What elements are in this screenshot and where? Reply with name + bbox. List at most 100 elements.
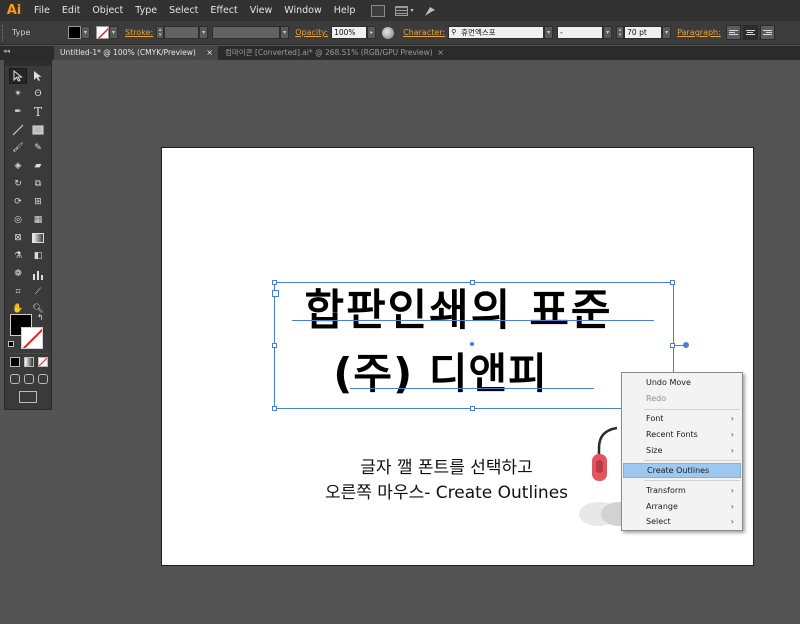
- rotate-tool-icon[interactable]: ↻: [9, 176, 27, 192]
- menu-item-label: Transform: [646, 486, 686, 495]
- rectangle-tool-icon[interactable]: [29, 122, 47, 138]
- stroke-weight-field[interactable]: [164, 26, 200, 39]
- menu-file[interactable]: File: [28, 0, 56, 21]
- align-right-button[interactable]: [759, 25, 775, 40]
- eyedropper-tool-icon[interactable]: ⚗: [9, 248, 27, 264]
- font-size-field[interactable]: 70 pt: [624, 26, 663, 39]
- paintbrush-tool-icon[interactable]: 🖌︎: [9, 140, 27, 156]
- line-tool-icon[interactable]: [9, 122, 27, 138]
- menu-item-font[interactable]: Font ›: [623, 411, 741, 426]
- resize-handle[interactable]: [272, 406, 277, 411]
- menu-window[interactable]: Window: [278, 0, 327, 21]
- variable-width-field[interactable]: [212, 26, 281, 39]
- tab-converted-file[interactable]: 컴마이콘 [Converted].ai* @ 268.51% (RGB/GPU …: [219, 46, 449, 60]
- menu-item-size[interactable]: Size ›: [623, 443, 741, 458]
- stroke-weight-dropdown[interactable]: ▾: [199, 26, 209, 39]
- selection-tool-icon[interactable]: [9, 68, 27, 84]
- font-style-dropdown[interactable]: ▾: [603, 26, 613, 39]
- opacity-link[interactable]: Opacity:: [292, 28, 331, 37]
- resize-handle[interactable]: [470, 406, 475, 411]
- default-colors-icon[interactable]: [8, 341, 14, 347]
- font-family-dropdown[interactable]: ▾: [544, 26, 554, 39]
- free-transform-tool-icon[interactable]: ⊞: [29, 194, 47, 210]
- tools-panel-grip[interactable]: [5, 61, 51, 66]
- scale-tool-icon[interactable]: ⧉: [29, 176, 47, 192]
- lasso-tool-icon[interactable]: ʘ: [29, 86, 47, 102]
- font-family-field[interactable]: ⚲ 휴먼엑스포: [448, 26, 545, 39]
- resize-handle[interactable]: [670, 280, 675, 285]
- mesh-tool-icon[interactable]: ⊠: [9, 230, 27, 246]
- menu-object[interactable]: Object: [86, 0, 129, 21]
- menu-item-arrange[interactable]: Arrange ›: [623, 499, 741, 514]
- menu-view[interactable]: View: [244, 0, 279, 21]
- font-style-field[interactable]: -: [557, 26, 604, 39]
- menu-item-undo-move[interactable]: Undo Move: [623, 375, 741, 390]
- in-port-handle[interactable]: [272, 290, 279, 297]
- magic-wand-tool-icon[interactable]: ✴: [9, 86, 27, 102]
- stroke-swatch[interactable]: [96, 26, 109, 39]
- eraser-tool-icon[interactable]: ▰: [29, 158, 47, 174]
- pencil-tool-icon[interactable]: ✎: [29, 140, 47, 156]
- out-port-handle[interactable]: [683, 342, 689, 348]
- menu-type[interactable]: Type: [129, 0, 163, 21]
- bridge-icon[interactable]: [371, 4, 386, 17]
- draw-behind-icon[interactable]: [24, 374, 34, 384]
- close-icon[interactable]: ×: [437, 46, 444, 60]
- arrange-documents-icon[interactable]: ▾: [395, 5, 415, 17]
- blend-tool-icon[interactable]: ◧: [29, 248, 47, 264]
- tab-untitled-1[interactable]: Untitled-1* @ 100% (CMYK/Preview) ×: [54, 46, 218, 60]
- stroke-link[interactable]: Stroke:: [122, 28, 156, 37]
- warp-tool-icon[interactable]: ⟳: [9, 194, 27, 210]
- gradient-mode-icon[interactable]: [24, 357, 34, 367]
- screen-mode-icon[interactable]: [19, 391, 37, 403]
- draw-normal-icon[interactable]: [10, 374, 20, 384]
- direct-selection-tool-icon[interactable]: [29, 68, 47, 84]
- recolor-icon[interactable]: [382, 26, 395, 39]
- fill-dropdown[interactable]: ▾: [81, 26, 90, 39]
- resize-handle[interactable]: [272, 280, 277, 285]
- menu-edit[interactable]: Edit: [56, 0, 86, 21]
- artboard-tool-icon[interactable]: ⌗: [9, 284, 27, 300]
- menu-item-create-outlines[interactable]: Create Outlines: [623, 463, 741, 478]
- resize-handle[interactable]: [470, 280, 475, 285]
- slice-tool-icon[interactable]: ⟋: [29, 284, 47, 300]
- perspective-grid-tool-icon[interactable]: ▦: [29, 212, 47, 228]
- swap-colors-icon[interactable]: ↰: [37, 313, 44, 322]
- font-size-stepper[interactable]: ▴ ▾: [616, 26, 625, 39]
- collapse-icon[interactable]: ◂◂: [3, 46, 10, 56]
- menu-item-recent-fonts[interactable]: Recent Fonts ›: [623, 427, 741, 442]
- shape-builder-tool-icon[interactable]: ◎: [9, 212, 27, 228]
- menu-item-transform[interactable]: Transform ›: [623, 483, 741, 498]
- close-icon[interactable]: ×: [206, 46, 213, 60]
- text-selection-box[interactable]: [274, 282, 674, 409]
- stroke-dropdown[interactable]: ▾: [109, 26, 118, 39]
- column-graph-tool-icon[interactable]: [29, 266, 47, 282]
- variable-width-dropdown[interactable]: ▾: [280, 26, 290, 39]
- opacity-field[interactable]: 100%: [331, 26, 368, 39]
- color-mode-icon[interactable]: [10, 357, 20, 367]
- pen-tool-icon[interactable]: ✒: [9, 104, 27, 120]
- blob-brush-tool-icon[interactable]: ◈: [9, 158, 27, 174]
- menu-effect[interactable]: Effect: [204, 0, 243, 21]
- paragraph-link[interactable]: Paragraph:: [674, 28, 724, 37]
- selection-type-label: Type: [12, 28, 31, 37]
- none-mode-icon[interactable]: [38, 357, 48, 367]
- type-tool-icon[interactable]: T: [29, 104, 47, 120]
- stroke-color-box[interactable]: [21, 327, 43, 349]
- font-size-dropdown[interactable]: ▾: [662, 26, 672, 39]
- draw-inside-icon[interactable]: [38, 374, 48, 384]
- menu-help[interactable]: Help: [328, 0, 362, 21]
- menu-item-select[interactable]: Select ›: [623, 514, 741, 529]
- character-link[interactable]: Character:: [400, 28, 448, 37]
- opacity-dropdown[interactable]: ▸: [367, 26, 377, 39]
- gpu-performance-icon[interactable]: [423, 4, 437, 18]
- align-center-button[interactable]: [742, 25, 758, 40]
- gradient-tool-icon[interactable]: [29, 230, 47, 246]
- fill-swatch[interactable]: [68, 26, 81, 39]
- stroke-weight-stepper[interactable]: ▴ ▾: [156, 26, 165, 39]
- menu-separator: [644, 460, 740, 461]
- menu-select[interactable]: Select: [163, 0, 204, 21]
- symbol-sprayer-tool-icon[interactable]: ❁: [9, 266, 27, 282]
- align-left-button[interactable]: [725, 25, 741, 40]
- resize-handle[interactable]: [272, 343, 277, 348]
